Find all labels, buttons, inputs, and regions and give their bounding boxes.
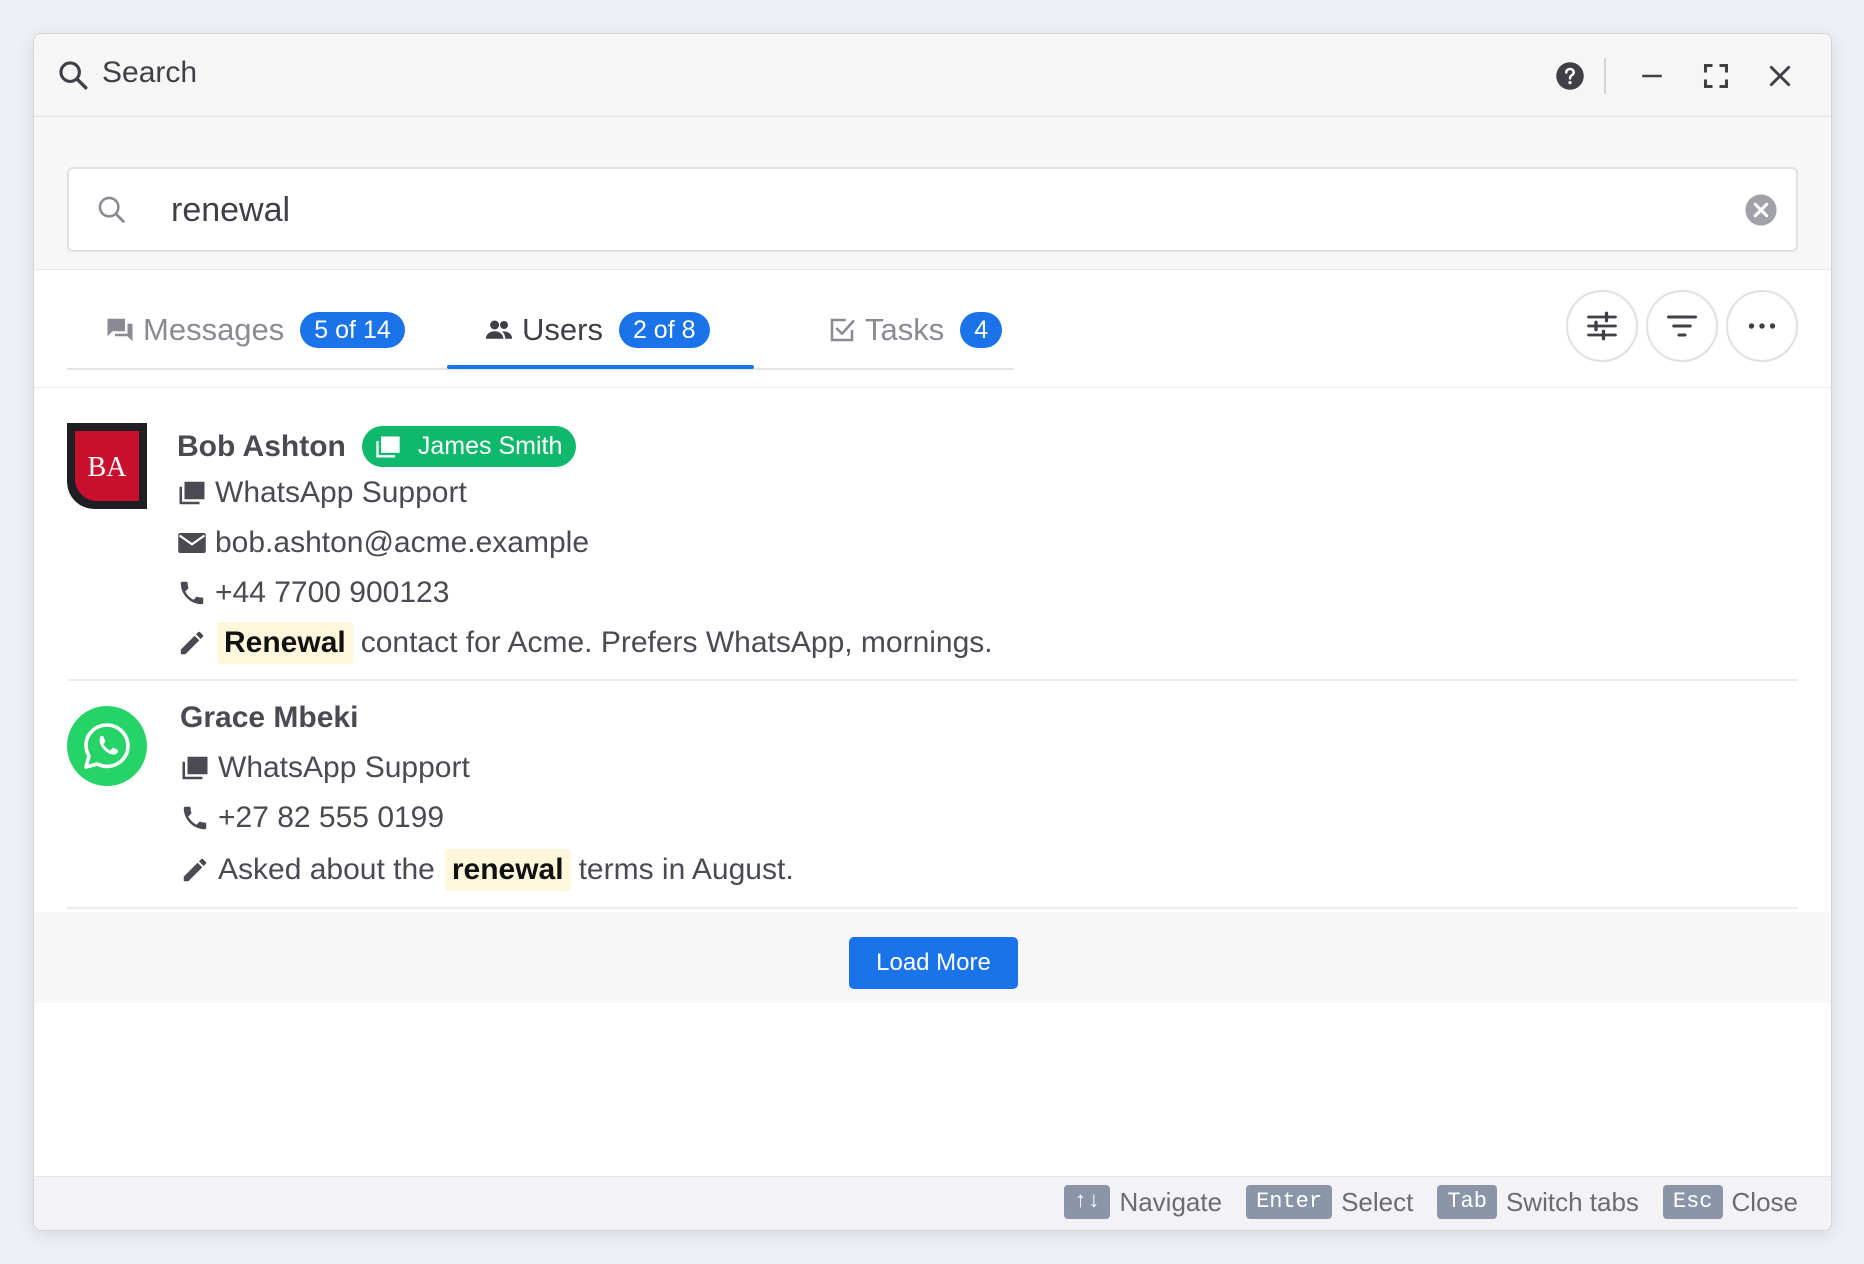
hint-label: Select bbox=[1341, 1186, 1414, 1217]
filter-button[interactable] bbox=[1646, 290, 1718, 362]
avatar: BA bbox=[67, 423, 147, 509]
inbox-icon bbox=[179, 481, 205, 505]
hint-select: Enter Select bbox=[1246, 1185, 1413, 1219]
clear-search-icon[interactable] bbox=[1744, 193, 1778, 227]
inbox-icon bbox=[182, 756, 208, 780]
chat-bubbles-icon bbox=[107, 318, 133, 342]
note-row: Renewal contact for Acme. Prefers WhatsA… bbox=[177, 622, 993, 664]
active-tab-indicator bbox=[447, 365, 754, 369]
hint-label: Close bbox=[1731, 1186, 1798, 1217]
hint-navigate: ↑↓ Navigate bbox=[1064, 1185, 1222, 1219]
email-row: bob.ashton@acme.example bbox=[177, 526, 589, 560]
phone-text: +27 82 555 0199 bbox=[218, 801, 445, 834]
search-area bbox=[34, 117, 1831, 270]
inbox-icon bbox=[376, 436, 400, 457]
phone-icon bbox=[180, 581, 204, 605]
more-options-button[interactable] bbox=[1726, 290, 1798, 362]
hint-switch-tabs: Tab Switch tabs bbox=[1437, 1185, 1639, 1219]
close-button[interactable] bbox=[1760, 56, 1800, 96]
user-name: Bob Ashton bbox=[177, 429, 346, 463]
keyboard-hints-bar: ↑↓ Navigate Enter Select Tab Switch tabs… bbox=[34, 1176, 1831, 1230]
result-header: Bob Ashton James Smith bbox=[177, 426, 577, 467]
titlebar-divider bbox=[1604, 58, 1606, 94]
key-cap: Enter bbox=[1246, 1185, 1333, 1219]
search-box bbox=[67, 167, 1798, 252]
help-icon bbox=[1556, 62, 1584, 90]
note-text: terms in August. bbox=[578, 853, 794, 886]
tab-count-badge: 4 bbox=[960, 312, 1003, 348]
tab-label: Messages bbox=[143, 312, 285, 347]
tab-messages[interactable]: Messages 5 of 14 bbox=[105, 306, 405, 354]
note-text: contact for Acme. Prefers WhatsApp, morn… bbox=[360, 626, 993, 659]
title-bar: Search bbox=[34, 34, 1831, 117]
user-name: Grace Mbeki bbox=[180, 701, 359, 734]
tab-label: Users bbox=[522, 312, 603, 347]
close-icon bbox=[1769, 65, 1791, 87]
load-more-button[interactable]: Load More bbox=[849, 937, 1018, 989]
result-item[interactable]: BA Bob Ashton James Smith WhatsApp Suppo… bbox=[67, 388, 1798, 681]
key-cap: Esc bbox=[1662, 1185, 1723, 1219]
search-highlight: renewal bbox=[444, 849, 571, 891]
phone-row: +44 7700 900123 bbox=[177, 576, 449, 610]
key-cap: ↑↓ bbox=[1064, 1185, 1111, 1219]
results-list: BA Bob Ashton James Smith WhatsApp Suppo… bbox=[34, 388, 1831, 909]
maximize-button[interactable] bbox=[1696, 56, 1736, 96]
pencil-icon bbox=[183, 858, 207, 882]
note-text: Asked about the bbox=[218, 853, 435, 886]
search-highlight: Renewal bbox=[217, 622, 353, 664]
result-header: Grace Mbeki bbox=[180, 701, 358, 735]
hint-close: Esc Close bbox=[1662, 1185, 1798, 1219]
search-input[interactable] bbox=[171, 181, 1671, 239]
phone-row: +27 82 555 0199 bbox=[180, 801, 444, 835]
channel-name: WhatsApp Support bbox=[218, 751, 470, 784]
channel-row: WhatsApp Support bbox=[180, 751, 470, 785]
more-icon bbox=[1748, 323, 1776, 329]
search-icon bbox=[59, 61, 88, 90]
channel-row: WhatsApp Support bbox=[177, 476, 467, 510]
hint-label: Switch tabs bbox=[1505, 1186, 1639, 1217]
tabs-bar: Messages 5 of 14 Users 2 of 8 Tasks 4 bbox=[34, 270, 1831, 388]
minimize-icon bbox=[1642, 74, 1662, 78]
load-more-area: Load More bbox=[34, 912, 1831, 1003]
window-title: Search bbox=[102, 56, 198, 89]
checkbox-icon bbox=[830, 318, 855, 342]
fullscreen-icon bbox=[1703, 63, 1729, 89]
search-window: Search renewal Messages 5 of 14 Users 2 … bbox=[33, 33, 1832, 1231]
tab-count-badge: 5 of 14 bbox=[300, 312, 405, 348]
keyboard-hints: ↑↓ Navigate Enter Select Tab Switch tabs… bbox=[1040, 1185, 1798, 1219]
result-item[interactable]: Grace Mbeki WhatsApp Support +27 82 555 … bbox=[67, 681, 1798, 909]
mail-icon bbox=[178, 533, 206, 553]
tab-users[interactable]: Users 2 of 8 bbox=[484, 306, 710, 354]
key-cap: Tab bbox=[1437, 1185, 1497, 1219]
filter-icon bbox=[1667, 315, 1697, 337]
sliders-icon bbox=[1587, 311, 1617, 341]
search-icon bbox=[98, 196, 125, 223]
whatsapp-icon bbox=[67, 706, 147, 786]
pencil-icon bbox=[180, 631, 204, 655]
phone-text: +44 7700 900123 bbox=[215, 576, 450, 609]
assignee-name: James Smith bbox=[417, 432, 563, 460]
avatar-initials: BA bbox=[88, 452, 128, 483]
channel-name: WhatsApp Support bbox=[215, 476, 467, 509]
users-icon bbox=[485, 320, 513, 339]
phone-icon bbox=[183, 806, 207, 830]
tab-tasks[interactable]: Tasks 4 bbox=[827, 306, 1003, 354]
sliders-button[interactable] bbox=[1566, 290, 1638, 362]
tab-label: Tasks bbox=[865, 312, 945, 347]
hint-label: Navigate bbox=[1119, 1186, 1223, 1217]
email-text: bob.ashton@acme.example bbox=[215, 526, 590, 559]
minimize-button[interactable] bbox=[1632, 56, 1672, 96]
assignee-badge: James Smith bbox=[361, 426, 577, 467]
help-button[interactable] bbox=[1550, 56, 1590, 96]
tab-count-badge: 2 of 8 bbox=[618, 312, 710, 348]
note-row: Asked about the renewal terms in August. bbox=[180, 849, 794, 891]
